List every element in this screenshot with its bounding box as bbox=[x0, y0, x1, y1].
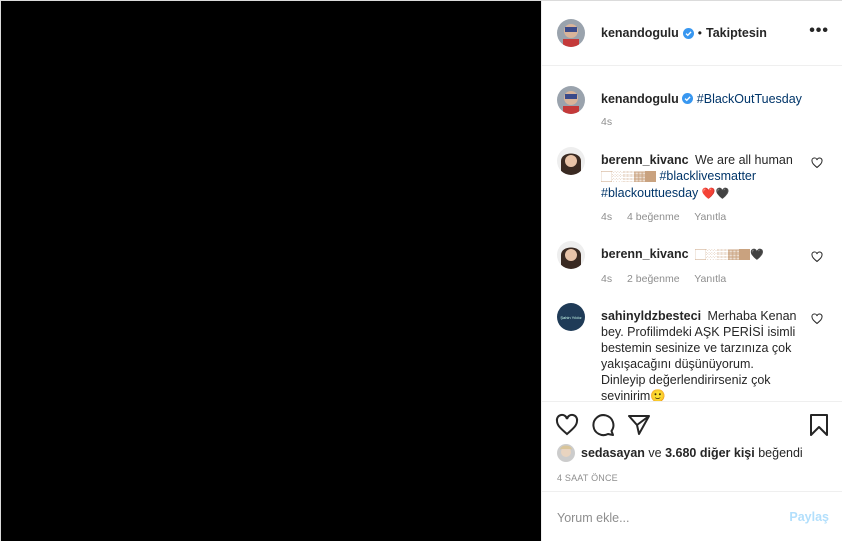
caption-hashtag[interactable]: #BlackOutTuesday bbox=[697, 92, 802, 106]
comment-body: berenn_kivanc We are all human 🏻🏼🏽🏾🏿 #bl… bbox=[601, 152, 801, 202]
comment-emoji: 🏻🏼🏽🏾🏿 bbox=[601, 170, 656, 183]
comment-emoji: 🏻🏼🏽🏾🏿🖤 bbox=[695, 248, 764, 261]
verified-badge-icon bbox=[682, 27, 694, 39]
comment-input[interactable] bbox=[557, 508, 777, 528]
commenter-avatar[interactable] bbox=[557, 147, 585, 175]
post-timestamp[interactable]: 4 SAAT ÖNCE bbox=[557, 473, 618, 483]
instagram-post-modal: kenandogulu • Takiptesin ••• kenandogulu… bbox=[0, 0, 842, 541]
comment-icon[interactable] bbox=[591, 413, 615, 437]
comment-body: sahinyldzbesteci Merhaba Kenan bey. Prof… bbox=[601, 308, 801, 401]
share-icon[interactable] bbox=[627, 413, 651, 437]
comment-time[interactable]: 4s bbox=[601, 273, 612, 285]
commenter-username[interactable]: berenn_kivanc bbox=[601, 153, 689, 167]
comments-list: kenandogulu #BlackOutTuesday 4s berenn_ki… bbox=[542, 67, 842, 401]
comment-like-heart-icon[interactable] bbox=[811, 157, 823, 169]
caption-meta: 4s bbox=[601, 116, 624, 128]
comment-hearts: ❤️🖤 bbox=[701, 187, 730, 200]
comment-time[interactable]: 4s bbox=[601, 211, 612, 223]
comment-like-heart-icon[interactable] bbox=[811, 251, 823, 263]
caption-username[interactable]: kenandogulu bbox=[601, 92, 679, 106]
verified-badge-icon bbox=[681, 93, 693, 104]
liker-username[interactable]: sedasayan bbox=[581, 446, 645, 460]
author-avatar[interactable] bbox=[557, 19, 585, 47]
comment-hashtag[interactable]: #blacklivesmatter bbox=[659, 169, 756, 183]
caption-time[interactable]: 4s bbox=[601, 116, 612, 128]
comment-text: We are all human bbox=[695, 153, 793, 167]
bookmark-icon[interactable] bbox=[807, 413, 831, 437]
author-username[interactable]: kenandogulu bbox=[601, 26, 679, 40]
following-status[interactable]: Takiptesin bbox=[706, 26, 767, 40]
caption-avatar[interactable] bbox=[557, 86, 585, 114]
post-sidebar: kenandogulu • Takiptesin ••• kenandogulu… bbox=[541, 1, 842, 541]
comment-body: berenn_kivanc 🏻🏼🏽🏾🏿🖤 bbox=[601, 246, 801, 263]
comment-likes[interactable]: 2 beğenme bbox=[627, 273, 680, 285]
likes-connector: ve bbox=[644, 446, 666, 460]
commenter-avatar[interactable]: Şahin Yıldız bbox=[557, 303, 585, 331]
comment-meta: 4s 4 beğenme Yanıtla bbox=[601, 211, 738, 223]
more-options-icon[interactable]: ••• bbox=[809, 23, 829, 39]
post-comment-button[interactable]: Paylaş bbox=[789, 510, 829, 524]
reply-button[interactable]: Yanıtla bbox=[694, 211, 726, 223]
avatar-text: Şahin Yıldız bbox=[560, 314, 582, 320]
caption-body: kenandogulu #BlackOutTuesday bbox=[601, 91, 831, 107]
comment-likes[interactable]: 4 beğenme bbox=[627, 211, 680, 223]
reply-button[interactable]: Yanıtla bbox=[694, 273, 726, 285]
comment-meta: 4s 2 beğenme Yanıtla bbox=[601, 273, 738, 285]
comment-item: berenn_kivanc 🏻🏼🏽🏾🏿🖤 4s 2 beğenme Yanıtl… bbox=[557, 241, 823, 291]
separator-dot: • bbox=[697, 26, 702, 40]
likes-count[interactable]: 3.680 diğer kişi bbox=[665, 446, 755, 460]
comments-scrollbar[interactable] bbox=[834, 67, 842, 401]
liker-avatar[interactable] bbox=[557, 444, 575, 462]
post-actions: sedasayan ve 3.680 diğer kişi beğendi 4 … bbox=[542, 401, 842, 491]
commenter-username[interactable]: berenn_kivanc bbox=[601, 247, 689, 261]
comment-item: berenn_kivanc We are all human 🏻🏼🏽🏾🏿 #bl… bbox=[557, 147, 823, 227]
likes-summary: sedasayan ve 3.680 diğer kişi beğendi bbox=[557, 444, 803, 462]
comment-hashtag[interactable]: #blackouttuesday bbox=[601, 186, 698, 200]
add-comment-section: Paylaş bbox=[542, 491, 842, 541]
heart-icon[interactable] bbox=[555, 413, 579, 437]
caption: kenandogulu #BlackOutTuesday 4s bbox=[557, 86, 822, 136]
post-header: kenandogulu • Takiptesin ••• bbox=[542, 1, 842, 66]
comment-like-heart-icon[interactable] bbox=[811, 313, 823, 325]
commenter-avatar[interactable] bbox=[557, 241, 585, 269]
commenter-username[interactable]: sahinyldzbesteci bbox=[601, 309, 701, 323]
comment-item: Şahin Yıldız sahinyldzbesteci Merhaba Ke… bbox=[557, 303, 823, 401]
likes-suffix: beğendi bbox=[754, 446, 803, 460]
post-image[interactable] bbox=[1, 1, 541, 541]
